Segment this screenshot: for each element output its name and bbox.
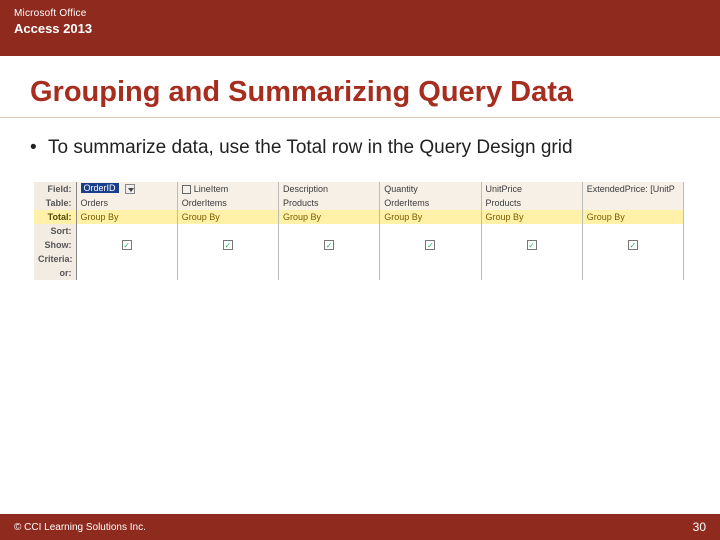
or-cell[interactable] (279, 266, 380, 280)
table-cell[interactable]: Orders (76, 196, 177, 210)
bullet-marker: • (30, 136, 48, 160)
checkbox-icon[interactable] (182, 185, 191, 194)
criteria-cell[interactable] (76, 252, 177, 266)
show-cell[interactable]: ✓ (481, 238, 582, 252)
brand-line-1: Microsoft Office (14, 8, 706, 19)
checkbox-icon[interactable]: ✓ (324, 240, 334, 250)
show-cell[interactable]: ✓ (279, 238, 380, 252)
total-cell[interactable]: Group By (177, 210, 278, 224)
checkbox-icon[interactable]: ✓ (425, 240, 435, 250)
grid-row-show: Show: ✓ ✓ ✓ ✓ ✓ ✓ (34, 238, 684, 252)
checkbox-icon[interactable]: ✓ (527, 240, 537, 250)
table-cell[interactable]: OrderItems (177, 196, 278, 210)
row-label-field: Field: (34, 182, 76, 196)
row-label-total: Total: (34, 210, 76, 224)
bullet-item: • To summarize data, use the Total row i… (30, 136, 690, 160)
criteria-cell[interactable] (177, 252, 278, 266)
total-cell[interactable]: Group By (481, 210, 582, 224)
sort-cell[interactable] (177, 224, 278, 238)
show-cell[interactable]: ✓ (380, 238, 481, 252)
table-cell[interactable] (582, 196, 683, 210)
table-cell[interactable]: Products (481, 196, 582, 210)
grid-row-total: Total: Group By Group By Group By Group … (34, 210, 684, 224)
body-region: • To summarize data, use the Total row i… (0, 118, 720, 160)
or-cell[interactable] (380, 266, 481, 280)
footer-copyright: © CCI Learning Solutions Inc. (14, 522, 146, 533)
slide-header: Microsoft Office Access 2013 (0, 0, 720, 56)
field-selected-icon: OrderID (81, 183, 119, 193)
criteria-cell[interactable] (481, 252, 582, 266)
row-label-criteria: Criteria: (34, 252, 76, 266)
page-number: 30 (693, 520, 706, 534)
row-label-or: or: (34, 266, 76, 280)
table-cell[interactable]: Products (279, 196, 380, 210)
criteria-cell[interactable] (380, 252, 481, 266)
checkbox-icon[interactable]: ✓ (628, 240, 638, 250)
field-cell[interactable]: Description (279, 182, 380, 196)
checkbox-icon[interactable]: ✓ (122, 240, 132, 250)
checkbox-icon[interactable]: ✓ (223, 240, 233, 250)
total-cell[interactable]: Group By (279, 210, 380, 224)
bullet-text: To summarize data, use the Total row in … (48, 136, 690, 160)
or-cell[interactable] (76, 266, 177, 280)
sort-cell[interactable] (481, 224, 582, 238)
dropdown-icon[interactable] (125, 184, 135, 194)
field-cell[interactable]: ExtendedPrice: [UnitP (582, 182, 683, 196)
total-cell[interactable]: Group By (380, 210, 481, 224)
grid-row-or: or: (34, 266, 684, 280)
field-cell[interactable]: UnitPrice (481, 182, 582, 196)
slide-title: Grouping and Summarizing Query Data (0, 56, 720, 117)
total-cell[interactable]: Group By (582, 210, 683, 224)
slide-footer: © CCI Learning Solutions Inc. 30 (0, 514, 720, 540)
or-cell[interactable] (177, 266, 278, 280)
total-cell[interactable]: Group By (76, 210, 177, 224)
table-cell[interactable]: OrderItems (380, 196, 481, 210)
show-cell[interactable]: ✓ (177, 238, 278, 252)
show-cell[interactable]: ✓ (582, 238, 683, 252)
grid-row-criteria: Criteria: (34, 252, 684, 266)
criteria-cell[interactable] (279, 252, 380, 266)
row-label-show: Show: (34, 238, 76, 252)
grid-row-field: Field: OrderID LineItem Description Quan… (34, 182, 684, 196)
brand-line-2: Access 2013 (14, 21, 706, 36)
show-cell[interactable]: ✓ (76, 238, 177, 252)
sort-cell[interactable] (76, 224, 177, 238)
or-cell[interactable] (481, 266, 582, 280)
field-cell[interactable]: OrderID (76, 182, 177, 196)
sort-cell[interactable] (279, 224, 380, 238)
row-label-table: Table: (34, 196, 76, 210)
grid-row-table: Table: Orders OrderItems Products OrderI… (34, 196, 684, 210)
criteria-cell[interactable] (582, 252, 683, 266)
grid-row-sort: Sort: (34, 224, 684, 238)
sort-cell[interactable] (380, 224, 481, 238)
row-label-sort: Sort: (34, 224, 76, 238)
field-cell[interactable]: Quantity (380, 182, 481, 196)
field-cell[interactable]: LineItem (177, 182, 278, 196)
sort-cell[interactable] (582, 224, 683, 238)
or-cell[interactable] (582, 266, 683, 280)
query-design-grid: Field: OrderID LineItem Description Quan… (34, 182, 684, 280)
